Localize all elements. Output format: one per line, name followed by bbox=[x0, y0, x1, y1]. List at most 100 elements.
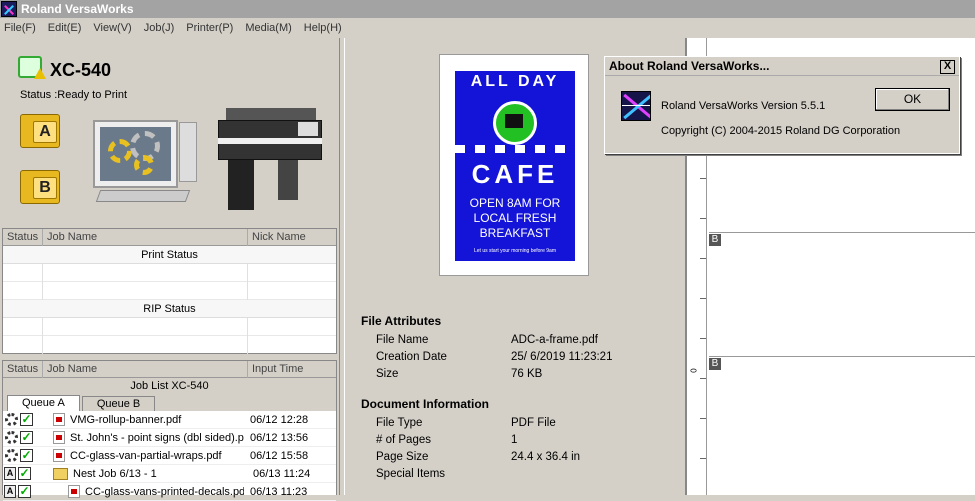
attr-key: Special Items bbox=[376, 468, 446, 480]
menu-bar: File(F) Edit(E) View(V) Job(J) Printer(P… bbox=[0, 18, 975, 38]
gear-icon bbox=[5, 431, 18, 444]
job-name: CC-glass-van-partial-wraps.pdf bbox=[70, 449, 222, 462]
queue-a-icon: A bbox=[4, 485, 16, 498]
job-row[interactable]: A ✓ CC-glass-vans-printed-decals.pdf 06/1… bbox=[3, 483, 336, 501]
pdf-file-icon bbox=[53, 449, 65, 462]
attr-key: Creation Date bbox=[376, 351, 447, 363]
preview-cafe-text: CAFE bbox=[471, 159, 559, 189]
attr-key: File Name bbox=[376, 334, 429, 346]
close-button[interactable]: X bbox=[940, 60, 955, 74]
queue-b-marker: B bbox=[709, 358, 721, 370]
print-status-grid: Status Job Name Nick Name Print Status R… bbox=[2, 228, 337, 354]
pdf-file-icon bbox=[53, 413, 65, 426]
preview-line-3: BREAKFAST bbox=[479, 226, 551, 240]
col-status[interactable]: Status bbox=[3, 360, 43, 378]
warning-icon bbox=[34, 68, 46, 79]
file-attributes-title: File Attributes bbox=[361, 314, 442, 328]
job-time: 06/13 11:24 bbox=[253, 467, 311, 480]
folder-icon bbox=[53, 467, 68, 480]
check-icon: ✓ bbox=[20, 448, 33, 462]
ruler-label: 0 bbox=[689, 368, 699, 373]
queue-a-label: A bbox=[33, 121, 57, 143]
job-time: 06/12 15:58 bbox=[250, 449, 309, 462]
coffee-cup-graphic bbox=[505, 114, 523, 128]
check-icon: ✓ bbox=[20, 412, 33, 426]
rip-computer-icon bbox=[93, 120, 198, 205]
attr-row: File Type PDF File bbox=[376, 417, 556, 429]
pdf-file-icon bbox=[68, 485, 80, 498]
copyright-text: Copyright (C) 2004-2015 Roland DG Corpor… bbox=[661, 125, 901, 137]
wave-graphic bbox=[455, 145, 575, 153]
queue-b-folder-icon[interactable]: B bbox=[20, 170, 60, 204]
preview-line-1: OPEN 8AM FOR bbox=[469, 196, 561, 210]
attr-value: PDF File bbox=[511, 417, 556, 429]
version-text: Roland VersaWorks Version 5.5.1 bbox=[661, 100, 826, 112]
attr-row: Special Items bbox=[376, 468, 511, 480]
job-list-panel: Status Job Name Input Time Job List XC-5… bbox=[2, 360, 337, 501]
check-icon: ✓ bbox=[18, 466, 31, 480]
menu-printer[interactable]: Printer(P) bbox=[186, 22, 233, 34]
pdf-file-icon bbox=[53, 431, 65, 444]
gear-icon bbox=[5, 449, 18, 462]
job-time: 06/12 12:28 bbox=[250, 413, 309, 426]
job-row[interactable]: ✓ St. John's - point signs (dbl sided).p… bbox=[3, 429, 336, 447]
queue-a-folder-icon[interactable]: A bbox=[20, 114, 60, 148]
attr-key: # of Pages bbox=[376, 434, 431, 446]
tab-queue-a[interactable]: Queue A bbox=[7, 395, 80, 411]
attr-value: 25/ 6/2019 11:23:21 bbox=[511, 351, 613, 363]
attr-row: Page Size 24.4 x 36.4 in bbox=[376, 451, 580, 463]
menu-help[interactable]: Help(H) bbox=[304, 22, 342, 34]
ok-button[interactable]: OK bbox=[875, 88, 950, 111]
col-status[interactable]: Status bbox=[3, 228, 43, 246]
versaworks-logo-icon bbox=[621, 91, 651, 121]
preview-line-2: LOCAL FRESH bbox=[473, 211, 557, 225]
attr-value: 24.4 x 36.4 in bbox=[511, 451, 581, 463]
menu-media[interactable]: Media(M) bbox=[245, 22, 291, 34]
menu-view[interactable]: View(V) bbox=[93, 22, 131, 34]
tab-queue-b[interactable]: Queue B bbox=[81, 396, 156, 411]
attr-row: # of Pages 1 bbox=[376, 434, 517, 446]
menu-job[interactable]: Job(J) bbox=[144, 22, 175, 34]
attr-key: File Type bbox=[376, 417, 423, 429]
check-icon: ✓ bbox=[20, 430, 33, 444]
title-bar: Roland VersaWorks bbox=[0, 0, 975, 18]
job-name: VMG-rollup-banner.pdf bbox=[70, 413, 182, 426]
col-input-time[interactable]: Input Time bbox=[248, 361, 336, 378]
job-name: CC-glass-vans-printed-decals.pdf bbox=[85, 485, 244, 498]
print-status-label: Print Status bbox=[3, 246, 336, 264]
job-row[interactable]: ✓ VMG-rollup-banner.pdf 06/12 12:28 bbox=[3, 411, 336, 429]
about-dialog: About Roland VersaWorks... X Roland Vers… bbox=[604, 56, 960, 154]
printer-icon[interactable] bbox=[218, 108, 322, 210]
queue-b-marker: B bbox=[709, 234, 721, 246]
menu-edit[interactable]: Edit(E) bbox=[48, 22, 82, 34]
job-list-title: Job List XC-540 bbox=[3, 378, 336, 395]
col-job-name[interactable]: Job Name bbox=[43, 228, 248, 246]
attr-key: Size bbox=[376, 368, 399, 380]
col-job-name[interactable]: Job Name bbox=[43, 360, 248, 378]
document-information-title: Document Information bbox=[361, 397, 489, 411]
job-row[interactable]: ✓ CC-glass-van-partial-wraps.pdf 06/12 1… bbox=[3, 447, 336, 465]
preview-arc-text: ALL DAY bbox=[470, 73, 560, 90]
job-preview-thumbnail: ALL DAY CAFE OPEN 8AM FOR LOCAL FRESH BR… bbox=[439, 54, 589, 276]
attr-row: Creation Date 25/ 6/2019 11:23:21 bbox=[376, 351, 612, 363]
printer-name[interactable]: XC-540 bbox=[50, 60, 111, 81]
attr-value: 1 bbox=[511, 434, 518, 446]
attr-row: File Name ADC-a-frame.pdf bbox=[376, 334, 598, 346]
check-icon: ✓ bbox=[18, 484, 31, 498]
gear-icon bbox=[5, 413, 18, 426]
queue-b-label: B bbox=[33, 177, 57, 199]
menu-file[interactable]: File(F) bbox=[4, 22, 36, 34]
job-row[interactable]: A ✓ Nest Job 6/13 - 1 06/13 11:24 bbox=[3, 465, 336, 483]
rip-status-label: RIP Status bbox=[3, 300, 336, 318]
attr-value: 76 KB bbox=[511, 368, 543, 380]
job-name: St. John's - point signs (dbl sided).pdf bbox=[70, 431, 244, 444]
attr-value: ADC-a-frame.pdf bbox=[511, 334, 598, 346]
col-nick-name[interactable]: Nick Name bbox=[248, 229, 336, 246]
printer-status-icon bbox=[18, 56, 46, 79]
preview-image: ALL DAY CAFE OPEN 8AM FOR LOCAL FRESH BR… bbox=[455, 71, 575, 261]
job-time: 06/12 13:56 bbox=[250, 431, 309, 444]
versaworks-app-icon bbox=[1, 1, 17, 17]
preview-small-text: Let us start your morning before 9am bbox=[474, 248, 556, 254]
printer-panel: XC-540 Status :Ready to Print A B Status… bbox=[0, 38, 340, 501]
queue-tabs: Queue A Queue B bbox=[3, 395, 336, 411]
